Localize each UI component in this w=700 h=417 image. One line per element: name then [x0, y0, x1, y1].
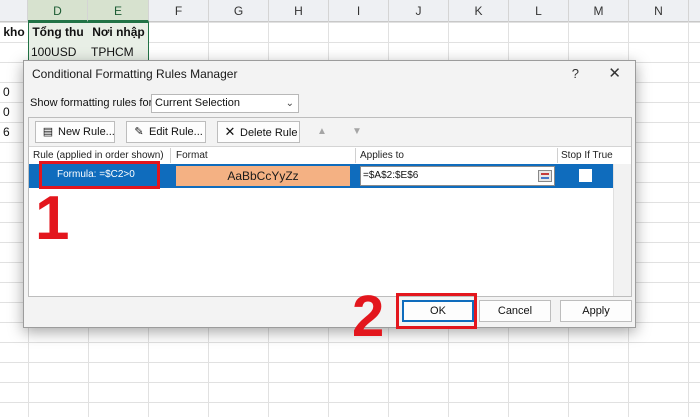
column-header-n[interactable]: N: [629, 0, 689, 22]
screenshot: D E F G H I J K L M N kho Tổng thu Nơi n…: [0, 0, 700, 417]
cell-e2[interactable]: TPHCM: [88, 42, 149, 62]
column-header-g[interactable]: G: [209, 0, 269, 22]
new-rule-icon: ▤: [42, 126, 54, 138]
rules-scrollbar[interactable]: [613, 164, 631, 296]
edit-rule-icon: ✎: [134, 126, 144, 138]
move-down-button[interactable]: ▼: [345, 121, 369, 143]
header-applies-to: Applies to: [360, 150, 404, 161]
stop-if-true-checkbox[interactable]: [579, 169, 592, 182]
header-stop-if-true: Stop If True: [561, 150, 613, 161]
cell-e1[interactable]: Nơi nhập: [88, 22, 149, 42]
column-header-k[interactable]: K: [449, 0, 509, 22]
apply-button[interactable]: Apply: [560, 300, 632, 322]
column-header-c-partial[interactable]: [0, 0, 28, 22]
cancel-button[interactable]: Cancel: [479, 300, 551, 322]
dialog-title-bar[interactable]: Conditional Formatting Rules Manager ? ✕: [24, 61, 635, 89]
column-header-f[interactable]: F: [149, 0, 209, 22]
show-rules-label: Show formatting rules for:: [30, 97, 156, 109]
applies-to-field[interactable]: =$A$2:$E$6: [360, 166, 555, 186]
column-header-d[interactable]: D: [28, 0, 88, 22]
rules-list-header: Rule (applied in order shown) Format App…: [29, 147, 631, 164]
delete-rule-label: Delete Rule: [240, 127, 298, 139]
ok-button[interactable]: OK: [402, 300, 474, 322]
rules-pane: ▤ New Rule... ✎ Edit Rule... ✕ Delete Rule …: [28, 117, 632, 297]
column-header-bar: D E F G H I J K L M N: [0, 0, 700, 22]
annotation-step-1: 1: [35, 184, 70, 253]
rule-name: Formula: =$C2>0: [57, 169, 135, 180]
range-selector-icon[interactable]: [538, 170, 552, 182]
delete-x-icon: ✕: [224, 124, 236, 139]
column-header-i[interactable]: I: [329, 0, 389, 22]
header-separator: [355, 148, 356, 163]
new-rule-button[interactable]: ▤ New Rule...: [35, 121, 115, 143]
cell-c4-fragment[interactable]: 0: [0, 82, 20, 102]
cell-c1[interactable]: kho: [0, 22, 28, 42]
dialog-title: Conditional Formatting Rules Manager: [32, 67, 238, 81]
applies-to-value: =$A$2:$E$6: [363, 170, 419, 181]
edit-rule-button[interactable]: ✎ Edit Rule...: [126, 121, 206, 143]
cell-d1[interactable]: Tổng thu: [28, 22, 88, 42]
header-rule: Rule (applied in order shown): [33, 150, 164, 161]
column-header-h[interactable]: H: [269, 0, 329, 22]
header-format: Format: [176, 150, 208, 161]
move-up-button[interactable]: ▲: [310, 121, 334, 143]
new-rule-label: New Rule...: [58, 126, 115, 138]
conditional-formatting-dialog: Conditional Formatting Rules Manager ? ✕…: [23, 60, 636, 328]
column-header-j[interactable]: J: [389, 0, 449, 22]
chevron-down-icon: ⌄: [285, 98, 294, 109]
rules-toolbar: ▤ New Rule... ✎ Edit Rule... ✕ Delete Rule …: [29, 118, 631, 147]
edit-rule-label: Edit Rule...: [149, 126, 203, 138]
column-header-m[interactable]: M: [569, 0, 629, 22]
header-separator: [557, 148, 558, 163]
rule-row-selected[interactable]: Formula: =$C2>0 AaBbCcYyZz =$A$2:$E$6: [29, 164, 613, 188]
help-icon[interactable]: ?: [572, 66, 579, 81]
show-rules-dropdown[interactable]: Current Selection ⌄: [151, 94, 299, 113]
header-separator: [170, 148, 171, 163]
format-preview: AaBbCcYyZz: [176, 166, 350, 186]
column-header-l[interactable]: L: [509, 0, 569, 22]
show-rules-value: Current Selection: [155, 97, 240, 109]
cell-c5-fragment[interactable]: 0: [0, 102, 20, 122]
annotation-step-2: 2: [352, 284, 385, 349]
cell-c6-fragment[interactable]: 6: [0, 122, 20, 142]
cell-d2[interactable]: 100USD: [28, 42, 88, 62]
close-icon[interactable]: ✕: [608, 64, 621, 82]
delete-rule-button[interactable]: ✕ Delete Rule: [217, 121, 300, 143]
column-header-e[interactable]: E: [88, 0, 149, 22]
